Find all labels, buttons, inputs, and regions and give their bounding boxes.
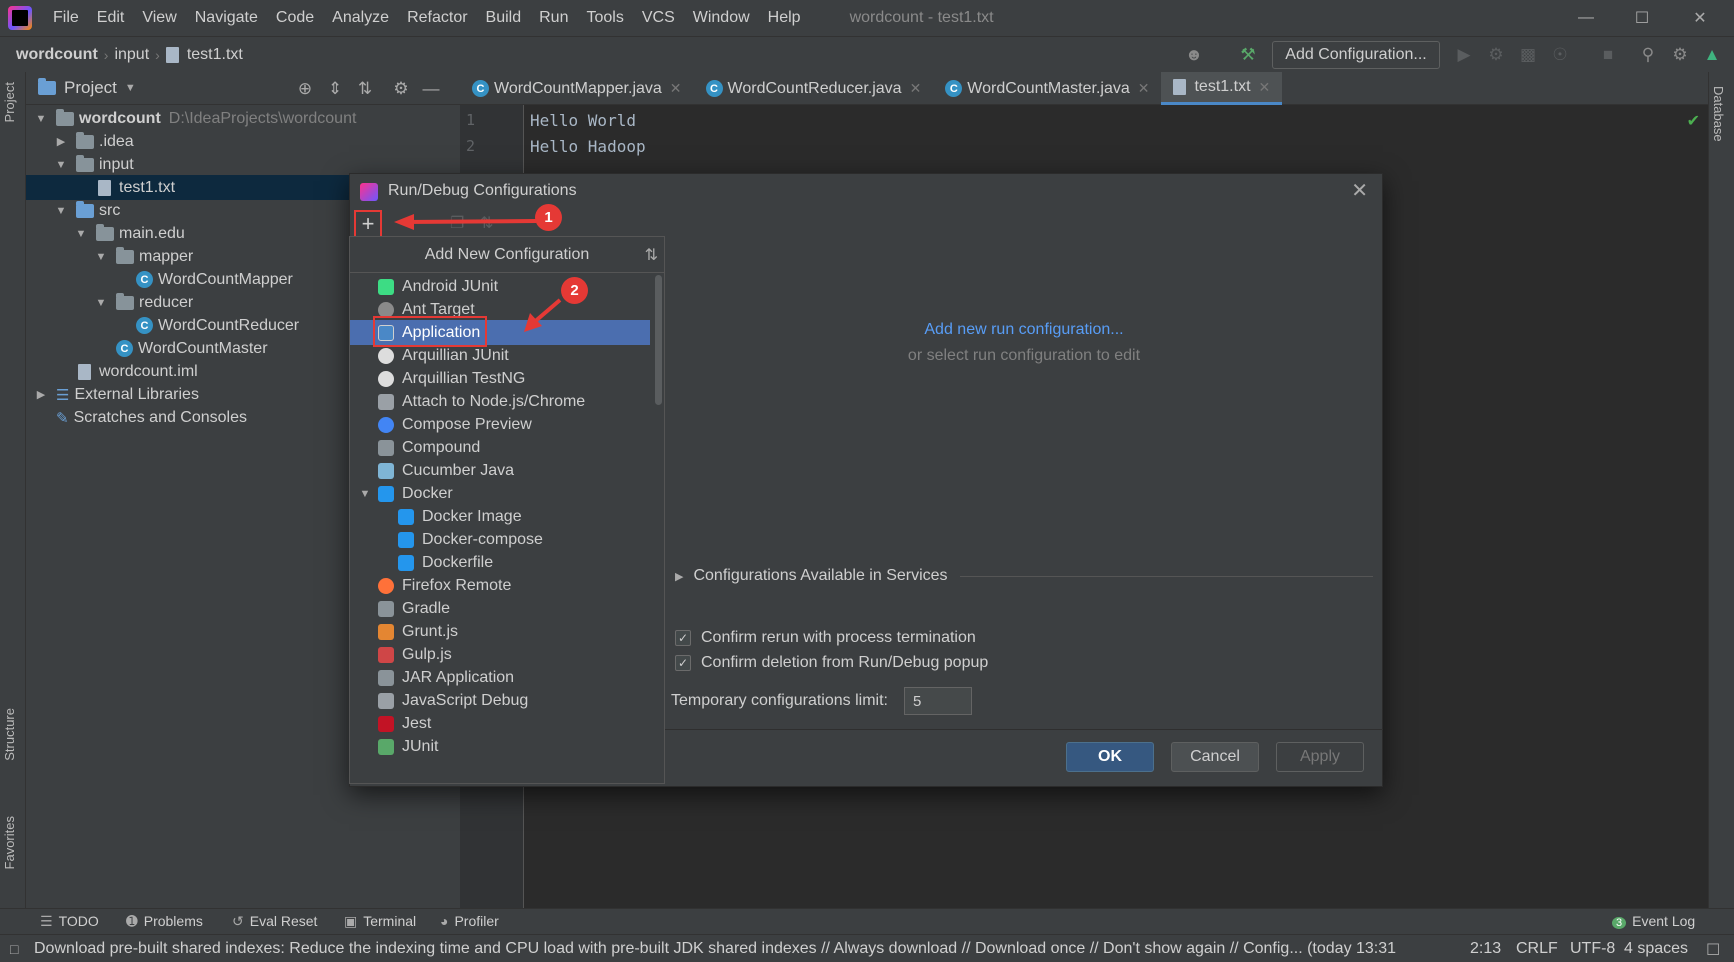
bottom-tool-bar: ☰ TODO ➊ Problems ↺ Eval Reset ▣ Terminal ◕ P… — [0, 908, 1734, 934]
info-icon: ➊ — [126, 913, 138, 929]
todo-tool-button[interactable]: ☰ TODO — [40, 913, 99, 930]
reset-icon: ↺ — [232, 913, 244, 929]
annotation-badge-2: 2 — [561, 277, 588, 304]
terminal-label: Terminal — [363, 913, 417, 929]
terminal-tool-button[interactable]: ▣ Terminal — [344, 913, 416, 930]
lock-icon[interactable]: ☐ — [1706, 940, 1720, 960]
status-bar: □ Download pre-built shared indexes: Red… — [0, 934, 1734, 962]
profiler-tool-button[interactable]: ◕ Profiler — [440, 913, 499, 929]
annotation-badge-1: 1 — [535, 204, 562, 231]
caret-position[interactable]: 2:13 — [1470, 940, 1501, 958]
profiler-icon: ◕ — [440, 913, 449, 929]
profiler-label: Profiler — [454, 913, 499, 929]
arrow-1-line — [403, 219, 537, 224]
file-encoding[interactable]: UTF-8 — [1570, 940, 1615, 958]
eval-reset-label: Eval Reset — [249, 913, 318, 929]
event-count-badge: 3 — [1612, 917, 1627, 929]
indent-setting[interactable]: 4 spaces — [1624, 940, 1688, 958]
terminal-icon: ▣ — [344, 913, 358, 929]
problems-tool-button[interactable]: ➊ Problems — [126, 913, 203, 930]
status-message[interactable]: Download pre-built shared indexes: Reduc… — [34, 940, 1434, 958]
event-log-tool-button[interactable]: 3 Event Log — [1612, 913, 1695, 929]
list-icon: ☰ — [40, 913, 53, 929]
toggle-tool-windows-icon[interactable]: □ — [10, 941, 18, 957]
todo-label: TODO — [58, 913, 99, 929]
eval-reset-tool-button[interactable]: ↺ Eval Reset — [232, 913, 317, 930]
arrow-1-head — [394, 214, 414, 230]
problems-label: Problems — [143, 913, 203, 929]
line-separator[interactable]: CRLF — [1516, 940, 1558, 958]
annotation-arrows — [394, 214, 562, 332]
event-log-label: Event Log — [1632, 913, 1696, 929]
